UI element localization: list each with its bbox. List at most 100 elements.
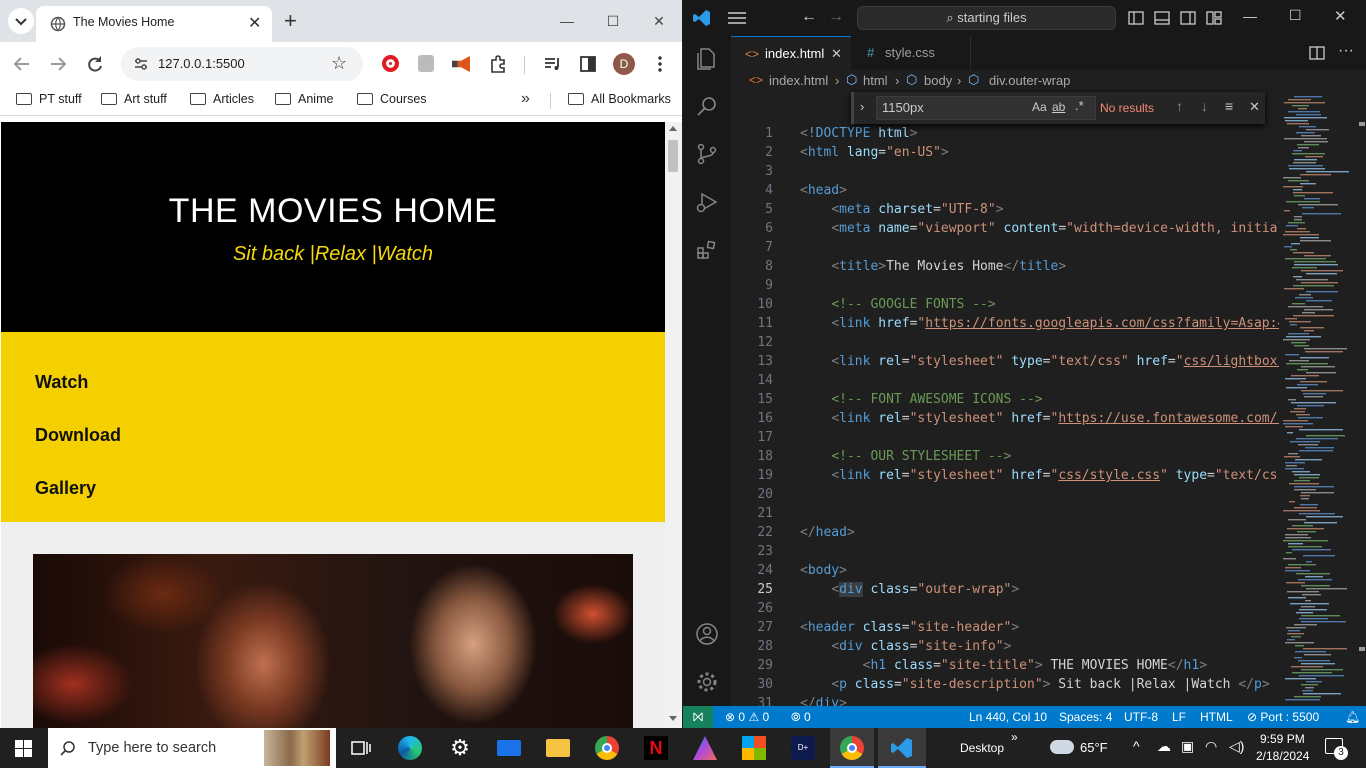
- maximize-icon[interactable]: ☐: [602, 10, 624, 32]
- edge-icon[interactable]: [398, 736, 422, 760]
- nav-gallery-link[interactable]: Gallery: [35, 478, 96, 499]
- chevron-double-icon[interactable]: »: [1011, 730, 1018, 744]
- chrome-icon[interactable]: [840, 736, 864, 760]
- browser-tab[interactable]: The Movies Home ✕: [36, 6, 272, 42]
- opera-extension-icon[interactable]: [382, 55, 399, 72]
- site-info-icon[interactable]: [133, 57, 149, 71]
- puzzle-extensions-icon[interactable]: [488, 54, 508, 74]
- volume-icon[interactable]: ◁): [1229, 738, 1244, 755]
- regex-icon[interactable]: .*: [1075, 98, 1084, 113]
- source-control-icon[interactable]: [695, 142, 719, 166]
- disney-plus-icon[interactable]: D+: [791, 736, 815, 760]
- close-find-icon[interactable]: ✕: [1249, 99, 1260, 115]
- editor-scrollbar[interactable]: [1355, 92, 1366, 706]
- language-mode[interactable]: HTML: [1200, 710, 1233, 724]
- bookmark-star-icon[interactable]: ☆: [331, 53, 347, 74]
- indentation[interactable]: Spaces: 4: [1059, 710, 1112, 724]
- tab-search-button[interactable]: [8, 8, 34, 34]
- reload-icon[interactable]: [85, 54, 105, 74]
- breadcrumb-html[interactable]: html: [863, 73, 888, 88]
- display-icon[interactable]: ▣: [1181, 738, 1194, 755]
- cursor-position[interactable]: Ln 440, Col 10: [969, 710, 1047, 724]
- scroll-up-arrow[interactable]: [669, 126, 677, 131]
- tab-index-html[interactable]: <> index.html ✕: [731, 36, 851, 70]
- breadcrumb-file[interactable]: index.html: [769, 73, 828, 88]
- page-scrollbar[interactable]: [665, 122, 682, 728]
- profile-avatar[interactable]: D: [613, 53, 635, 75]
- accounts-icon[interactable]: [695, 622, 719, 646]
- megaphone-extension-icon[interactable]: [452, 56, 470, 72]
- weather-temp[interactable]: 65°F: [1080, 740, 1108, 755]
- tab-style-css[interactable]: # style.css: [851, 36, 971, 70]
- bookmark-art-stuff[interactable]: Art stuff: [101, 92, 167, 106]
- bookmark-courses[interactable]: Courses: [357, 92, 427, 106]
- whole-word-icon[interactable]: ab: [1052, 100, 1065, 114]
- copilot-icon[interactable]: [693, 736, 717, 760]
- microsoft-store-icon[interactable]: [742, 736, 766, 760]
- hamburger-menu-icon[interactable]: [728, 11, 746, 25]
- settings-gear-icon[interactable]: [695, 670, 719, 694]
- windows-start-icon[interactable]: [15, 740, 32, 757]
- end-of-line[interactable]: LF: [1172, 710, 1186, 724]
- nav-watch-link[interactable]: Watch: [35, 372, 88, 393]
- address-bar[interactable]: 127.0.0.1:5500 ☆: [121, 47, 363, 81]
- customize-layout-icon[interactable]: [1206, 10, 1222, 26]
- toggle-sidebar-icon[interactable]: [1128, 10, 1144, 26]
- close-tab-icon[interactable]: ✕: [248, 13, 261, 33]
- split-editor-icon[interactable]: [1309, 45, 1325, 61]
- run-debug-icon[interactable]: [695, 190, 719, 214]
- bookmark-pt-stuff[interactable]: PT stuff: [16, 92, 82, 106]
- previous-match-icon[interactable]: ↑: [1176, 98, 1183, 114]
- nav-forward-icon[interactable]: →: [828, 8, 844, 26]
- close-window-icon[interactable]: ✕: [648, 10, 670, 32]
- notifications-bell-icon[interactable]: 🔔︎: [1345, 710, 1360, 724]
- scroll-down-arrow[interactable]: [669, 716, 677, 721]
- media-controls-icon[interactable]: [543, 54, 563, 74]
- remote-indicator[interactable]: ⨝: [683, 706, 713, 728]
- encoding[interactable]: UTF-8: [1124, 710, 1158, 724]
- minimize-icon[interactable]: —: [556, 10, 578, 32]
- all-bookmarks[interactable]: All Bookmarks: [568, 92, 671, 106]
- network-icon[interactable]: ☁: [1157, 738, 1171, 755]
- minimize-icon[interactable]: —: [1243, 8, 1257, 24]
- clock-time[interactable]: 9:59 PM: [1260, 732, 1305, 746]
- bookmark-articles[interactable]: Articles: [190, 92, 254, 106]
- find-in-selection-icon[interactable]: ≡: [1225, 98, 1233, 114]
- match-case-icon[interactable]: Aa: [1032, 100, 1047, 114]
- more-bookmarks-icon[interactable]: »: [521, 90, 530, 108]
- back-arrow-icon[interactable]: [12, 54, 32, 74]
- maximize-icon[interactable]: ☐: [1289, 7, 1302, 24]
- tray-chevron-up-icon[interactable]: ^: [1133, 738, 1140, 754]
- command-center[interactable]: ⌕ starting files: [857, 6, 1116, 30]
- bookmark-anime[interactable]: Anime: [275, 92, 333, 106]
- wifi-icon[interactable]: ◠: [1205, 738, 1217, 755]
- taskbar-search[interactable]: Type here to search: [48, 728, 336, 768]
- search-icon[interactable]: [695, 94, 719, 118]
- code-editor[interactable]: 1 2 3 4 5 6 7 8 9 10 11 12 13 14 15 16 17 18 19 20 21 22 23 24 2…: [731, 92, 1293, 711]
- scrollbar-thumb[interactable]: [668, 140, 678, 172]
- clock-date[interactable]: 2/18/2024: [1256, 749, 1309, 763]
- mail-icon[interactable]: [497, 740, 521, 756]
- toggle-replace-icon[interactable]: ›: [860, 99, 864, 114]
- task-view-icon[interactable]: [349, 736, 373, 760]
- next-match-icon[interactable]: ↓: [1201, 98, 1208, 114]
- forward-arrow-icon[interactable]: [48, 54, 68, 74]
- netflix-icon[interactable]: N: [644, 736, 668, 760]
- kebab-menu-icon[interactable]: [650, 54, 670, 74]
- extension-icon[interactable]: [418, 55, 434, 72]
- weather-cloud-icon[interactable]: [1050, 740, 1074, 754]
- problems-indicator[interactable]: ⊗ 0 ⚠ 0: [725, 710, 769, 724]
- breadcrumb-body[interactable]: body: [924, 73, 952, 88]
- nav-back-icon[interactable]: ←: [801, 8, 817, 26]
- minimap[interactable]: [1279, 92, 1355, 706]
- toggle-panel-icon[interactable]: [1154, 10, 1170, 26]
- close-tab-icon[interactable]: ✕: [831, 37, 842, 71]
- new-tab-button[interactable]: +: [284, 8, 297, 34]
- extensions-icon[interactable]: [695, 238, 719, 262]
- ports-indicator[interactable]: ⦾ 0: [791, 710, 811, 725]
- toggle-secondary-sidebar-icon[interactable]: [1180, 10, 1196, 26]
- live-server-port[interactable]: ⊘ Port : 5500: [1247, 710, 1319, 724]
- desktop-toolbar[interactable]: Desktop: [960, 741, 1004, 755]
- more-actions-icon[interactable]: ···: [1338, 42, 1354, 60]
- breadcrumb-div[interactable]: div.outer-wrap: [989, 73, 1070, 88]
